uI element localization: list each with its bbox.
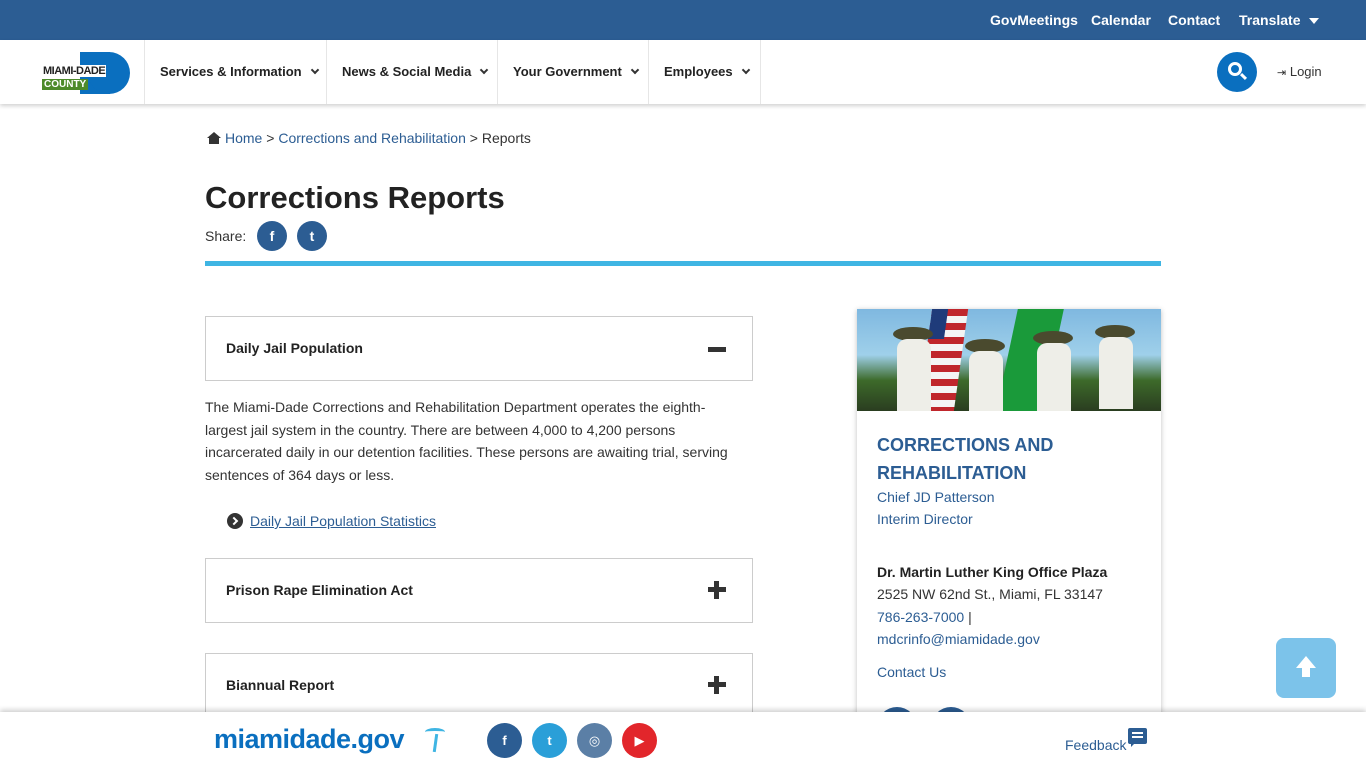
twitter-icon: t	[309, 228, 315, 244]
officer-figure	[1037, 343, 1071, 411]
officer-figure	[1099, 337, 1133, 409]
plus-icon	[708, 581, 726, 599]
contact-link[interactable]: Contact	[1168, 12, 1220, 28]
main-nav: MIAMI-DADE COUNTY Services & Information…	[0, 40, 1366, 104]
email-link[interactable]: mdcrinfo@miamidade.gov	[877, 631, 1040, 647]
daily-jail-stats-item: Daily Jail Population Statistics	[227, 510, 436, 529]
honor-guard-photo	[857, 309, 1161, 411]
accordion-daily-jail-population[interactable]: Daily Jail Population	[205, 316, 753, 381]
officer-figure	[897, 339, 931, 411]
phone-line: 786-263-7000 |	[877, 609, 972, 625]
accordion-label: Prison Rape Elimination Act	[226, 582, 413, 598]
login-label: Login	[1289, 64, 1322, 79]
utility-bar: GovMeetings Calendar Contact Translate	[0, 0, 1366, 40]
chevron-circle-right-icon	[227, 513, 243, 529]
chevron-down-icon	[741, 65, 750, 75]
nav-employees[interactable]: Employees	[648, 40, 761, 104]
logo-text-line1: MIAMI-DADE	[42, 65, 107, 77]
office-name: Dr. Martin Luther King Office Plaza	[877, 564, 1108, 580]
footer-bar: miamidade.gov f t ◎ ▶ Feedback	[0, 712, 1366, 768]
accordion-label: Biannual Report	[226, 677, 335, 693]
director-name[interactable]: Chief JD Patterson	[877, 489, 995, 505]
county-logo[interactable]: MIAMI-DADE COUNTY	[42, 52, 130, 94]
minus-icon	[708, 347, 726, 352]
chevron-down-icon	[310, 65, 319, 75]
accordion-biannual-report[interactable]: Biannual Report	[205, 653, 753, 718]
officer-figure	[969, 351, 1003, 411]
chevron-down-icon	[480, 65, 489, 75]
footer-youtube-button[interactable]: ▶	[622, 723, 657, 758]
page-title: Corrections Reports	[205, 180, 505, 215]
office-address: 2525 NW 62nd St., Miami, FL 33147	[877, 586, 1103, 602]
logo-text-line2: COUNTY	[42, 79, 89, 90]
breadcrumb-separator: >	[266, 130, 275, 146]
feedback-link[interactable]: Feedback	[1065, 737, 1126, 753]
nav-label: Employees	[664, 64, 733, 79]
plus-icon	[708, 676, 726, 694]
accordion-label: Daily Jail Population	[226, 340, 363, 356]
share-twitter-button[interactable]: t	[297, 221, 327, 251]
login-link[interactable]: ⇥ Login	[1277, 64, 1322, 79]
back-to-top-button[interactable]	[1276, 638, 1336, 698]
daily-jail-stats-link[interactable]: Daily Jail Population Statistics	[250, 513, 436, 529]
share-facebook-button[interactable]: f	[257, 221, 287, 251]
caret-down-icon	[1309, 18, 1320, 25]
nav-label: Your Government	[513, 64, 622, 79]
govmeetings-link[interactable]: GovMeetings	[990, 12, 1078, 28]
footer-twitter-button[interactable]: t	[532, 723, 567, 758]
phone-separator: |	[964, 609, 972, 625]
facebook-icon: f	[269, 228, 275, 244]
sign-in-icon: ⇥	[1277, 67, 1287, 79]
breadcrumb-current: Reports	[481, 130, 531, 146]
facebook-icon: f	[502, 733, 507, 748]
director-role: Interim Director	[877, 511, 973, 527]
share-label: Share:	[205, 228, 247, 244]
home-icon	[207, 132, 221, 144]
comment-icon[interactable]	[1128, 728, 1147, 747]
contact-us-link[interactable]: Contact Us	[877, 664, 946, 680]
phone-link[interactable]: 786-263-7000	[877, 609, 964, 625]
instagram-icon: ◎	[588, 733, 601, 748]
arrow-up-icon-shaft	[1302, 667, 1310, 677]
title-divider	[205, 261, 1161, 266]
palm-tree-icon	[424, 726, 446, 753]
translate-dropdown[interactable]: Translate	[1239, 12, 1320, 28]
calendar-link[interactable]: Calendar	[1091, 12, 1151, 28]
department-title: CORRECTIONS AND REHABILITATION	[877, 435, 1054, 483]
translate-label: Translate	[1239, 12, 1301, 28]
accordion-prison-rape-elimination-act[interactable]: Prison Rape Elimination Act	[205, 558, 753, 623]
nav-label: News & Social Media	[342, 64, 472, 79]
breadcrumb-home[interactable]: Home	[225, 130, 262, 146]
breadcrumb-corrections[interactable]: Corrections and Rehabilitation	[278, 130, 466, 146]
nav-label: Services & Information	[160, 64, 302, 79]
nav-your-government[interactable]: Your Government	[497, 40, 649, 104]
search-icon-handle	[1239, 72, 1248, 81]
footer-facebook-button[interactable]: f	[487, 723, 522, 758]
breadcrumb-separator: >	[469, 130, 478, 146]
miamidade-gov-logo[interactable]: miamidade.gov	[214, 724, 405, 755]
chevron-down-icon	[630, 65, 640, 75]
breadcrumb: Home > Corrections and Rehabilitation > …	[207, 130, 531, 146]
twitter-icon: t	[547, 733, 552, 748]
department-info-card: CORRECTIONS AND REHABILITATION Chief JD …	[857, 309, 1161, 729]
nav-services-information[interactable]: Services & Information	[144, 40, 327, 104]
search-button[interactable]	[1217, 52, 1257, 92]
footer-instagram-button[interactable]: ◎	[577, 723, 612, 758]
nav-news-social-media[interactable]: News & Social Media	[326, 40, 498, 104]
accordion-body-text: The Miami-Dade Corrections and Rehabilit…	[205, 399, 728, 483]
youtube-icon: ▶	[634, 733, 645, 748]
